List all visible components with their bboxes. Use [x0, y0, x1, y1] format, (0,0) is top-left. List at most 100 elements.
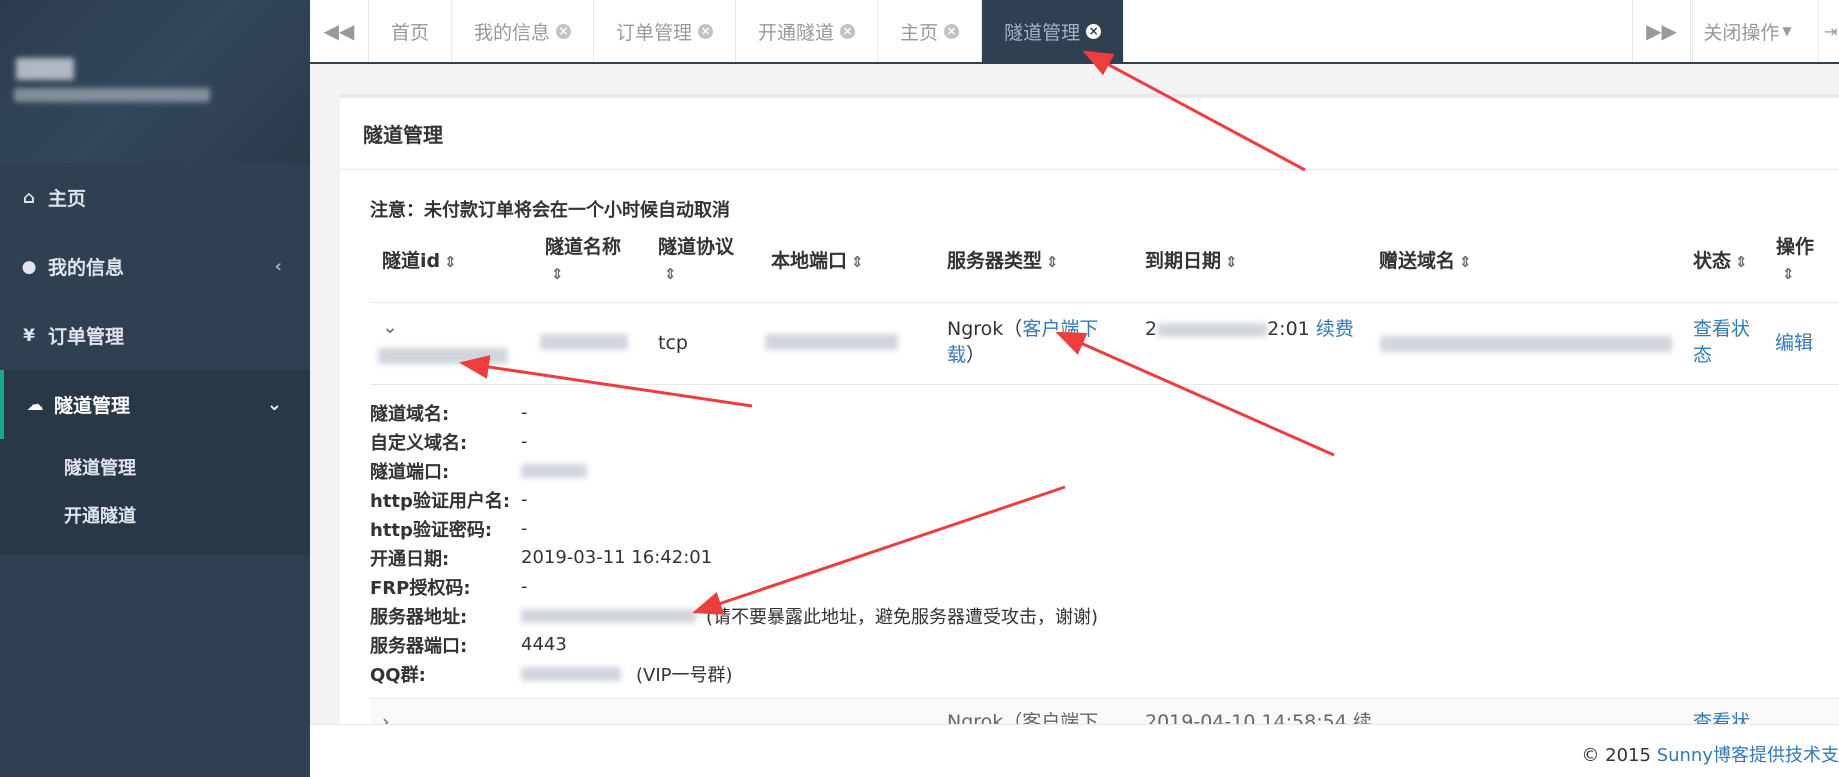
tab-label: 订单管理: [616, 21, 693, 44]
sort-icon: ⇕: [664, 265, 677, 283]
th-expire-date[interactable]: 到期日期 ⇕: [1145, 248, 1238, 275]
blurred-date: [1157, 322, 1268, 337]
th-tunnel-id[interactable]: 隧道id ⇕: [382, 248, 457, 275]
tab-scroll-right-button[interactable]: ▶▶: [1632, 0, 1691, 62]
blurred-local-port: [765, 334, 898, 350]
sort-icon: ⇕: [1225, 253, 1238, 271]
tab-orders[interactable]: 订单管理 ×: [594, 0, 737, 62]
detail-row: 开通日期: 2019-03-11 16:42:01: [370, 543, 1098, 572]
date-suffix: 2:01: [1267, 318, 1310, 340]
detail-label: 开通日期:: [370, 548, 450, 570]
detail-row: 服务器地址: (请不要暴露此地址，避免服务器遭受攻击，谢谢): [370, 601, 1098, 630]
nav-orders-label: 订单管理: [48, 326, 125, 348]
close-icon[interactable]: ×: [556, 23, 572, 39]
th-label: 服务器类型: [947, 250, 1043, 272]
tab-label: 首页: [391, 21, 430, 44]
tunnel-panel: 隧道管理 注意：未付款订单将会在一个小时候自动取消 隧道id ⇕ 隧道名称 ⇕ 隧道…: [340, 94, 1839, 724]
panel-title: 隧道管理: [340, 98, 1839, 170]
nav-my-info[interactable]: ● 我的信息 ‹: [0, 232, 310, 301]
view-status-link[interactable]: 查看状态: [1693, 316, 1757, 368]
th-status[interactable]: 状态 ⇕: [1693, 248, 1748, 275]
server-type: Ngrok: [947, 318, 1004, 340]
th-server-type[interactable]: 服务器类型 ⇕: [947, 248, 1059, 275]
detail-value: -: [521, 576, 528, 597]
expire-date-cell: 2 2:01 续费: [1145, 316, 1355, 342]
th-label: 到期日期: [1145, 250, 1222, 272]
th-gift-domain[interactable]: 赠送域名 ⇕: [1379, 248, 1472, 275]
nav-orders[interactable]: ¥ 订单管理: [0, 301, 310, 370]
th-local-port[interactable]: 本地端口 ⇕: [771, 248, 864, 275]
close-icon[interactable]: ×: [698, 23, 714, 39]
sort-icon: ⇕: [1046, 253, 1059, 271]
chevron-down-icon: ⌄: [266, 394, 282, 415]
close-ops-label: 关闭操作: [1703, 21, 1780, 44]
detail-label: FRP授权码:: [370, 577, 471, 599]
blurred-gift-domain: [1380, 336, 1672, 352]
blurred-username: [16, 58, 74, 80]
tunnel-submenu: 隧道管理 开通隧道: [0, 439, 310, 555]
date-prefix: 2: [1145, 318, 1158, 340]
tab-scroll-left-button[interactable]: ◀◀: [310, 0, 369, 62]
footer-copyright: © 2015 Sunny博客提供技术支: [1581, 741, 1839, 767]
th-label: 本地端口: [771, 250, 848, 272]
tab-open-tunnel[interactable]: 开通隧道 ×: [736, 0, 879, 62]
nav-tunnels[interactable]: ☁ 隧道管理 ⌄: [0, 370, 310, 439]
th-label: 隧道id: [382, 250, 441, 272]
sub-tunnel-manage[interactable]: 隧道管理: [0, 443, 310, 491]
yen-icon: ¥: [23, 325, 35, 346]
edit-link[interactable]: 编辑: [1775, 330, 1813, 356]
table-row-next[interactable]: › Ngrok（客户端下 2019-04-10 14:58:54 续 查看状: [370, 698, 1839, 724]
tab-home[interactable]: 首页: [369, 0, 453, 62]
th-tunnel-protocol[interactable]: 隧道协议 ⇕: [658, 234, 748, 287]
notice-text: 注意：未付款订单将会在一个小时候自动取消: [370, 200, 730, 221]
detail-value: 4443: [521, 634, 567, 655]
sub-open-tunnel[interactable]: 开通隧道: [0, 491, 310, 539]
detail-label: 自定义域名:: [370, 432, 468, 454]
detail-row: http验证密码: -: [370, 514, 1098, 543]
double-right-arrow-icon: ▶▶: [1646, 19, 1677, 43]
logout-button[interactable]: ⇥: [1818, 0, 1839, 62]
next-status-link[interactable]: 查看状: [1693, 709, 1750, 724]
sort-icon: ⇕: [1459, 253, 1472, 271]
sort-icon: ⇕: [551, 265, 564, 283]
tab-my-info[interactable]: 我的信息 ×: [452, 0, 595, 62]
renew-link[interactable]: 续费: [1316, 318, 1354, 340]
close-icon[interactable]: ×: [840, 23, 856, 39]
th-label: 隧道名称: [545, 236, 622, 258]
copyright-text: © 2015: [1581, 745, 1657, 766]
th-actions[interactable]: 操作 ⇕: [1776, 234, 1836, 287]
detail-label: 隧道端口:: [370, 461, 450, 483]
next-expire-date: 2019-04-10 14:58:54 续: [1145, 711, 1372, 724]
sort-icon: ⇕: [1735, 253, 1748, 271]
detail-label: 隧道域名:: [370, 403, 450, 425]
blurred-qq-group: [521, 666, 621, 681]
server-type-cell: Ngrok（客户端下载）: [947, 318, 1099, 366]
detail-value: 2019-03-11 16:42:01: [521, 547, 713, 568]
tab-label: 我的信息: [474, 21, 551, 44]
close-icon[interactable]: ×: [944, 23, 960, 39]
detail-value: (VIP一号群): [636, 664, 733, 686]
tabs: 首页 我的信息 × 订单管理 × 开通隧道 × 主页 × 隧道管理 ×: [369, 0, 1125, 62]
tab-label: 主页: [900, 21, 939, 44]
tab-label: 开通隧道: [758, 21, 835, 44]
row-divider: [370, 384, 1839, 385]
tab-bar: ◀◀ 首页 我的信息 × 订单管理 × 开通隧道 × 主页 × 隧道管理 × ▶▶ 关闭操…: [310, 0, 1839, 64]
detail-row: 隧道域名: -: [370, 398, 1098, 427]
expand-toggle[interactable]: ›: [382, 709, 390, 724]
expand-toggle[interactable]: ⌄: [382, 314, 398, 340]
blurred-tunnel-id: [378, 348, 508, 364]
th-label: 操作: [1776, 236, 1815, 258]
th-tunnel-name[interactable]: 隧道名称 ⇕: [545, 234, 635, 287]
detail-value: -: [521, 402, 528, 423]
header-divider: [370, 302, 1839, 303]
footer-link[interactable]: Sunny博客提供技术支: [1657, 745, 1839, 766]
nav-home-label: 主页: [48, 188, 87, 210]
profile-area: [0, 0, 310, 163]
nav-home[interactable]: ⌂ 主页: [0, 163, 310, 232]
tab-tunnel-manage[interactable]: 隧道管理 ×: [982, 0, 1125, 62]
detail-label: QQ群:: [370, 664, 426, 686]
close-operations-dropdown[interactable]: 关闭操作 ▼: [1692, 0, 1802, 62]
close-icon[interactable]: ×: [1086, 23, 1102, 39]
tab-main[interactable]: 主页 ×: [878, 0, 983, 62]
sort-icon: ⇕: [1782, 265, 1795, 283]
